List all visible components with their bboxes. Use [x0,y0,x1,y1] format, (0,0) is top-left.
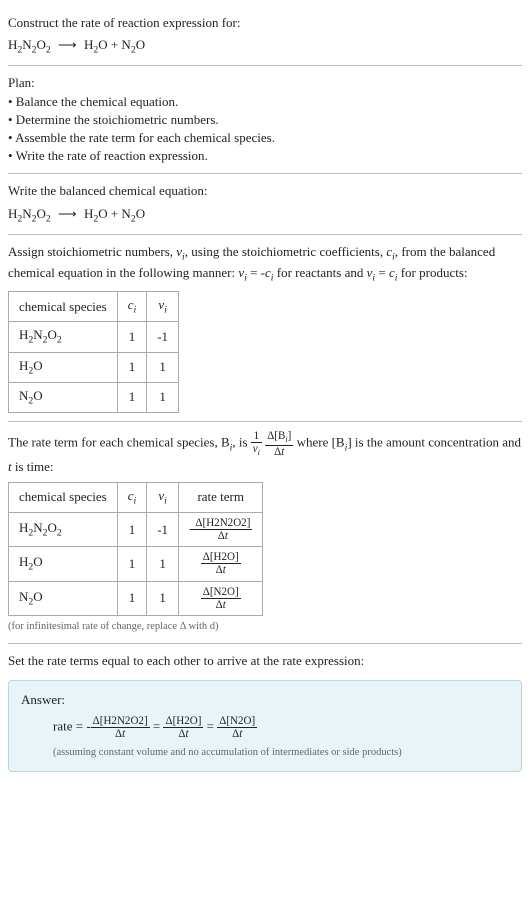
assign-text: Assign stoichiometric numbers, νi, using… [8,243,522,285]
table-header-row: chemical species ci νi rate term [9,482,263,512]
balanced-reaction: H2N2O2 ⟶ H2O + N2O [8,205,522,226]
cell-rateterm: -Δ[H2N2O2]Δt [179,513,263,547]
stoich-table: chemical species ci νi H2N2O2 1 -1 H2O 1… [8,291,179,413]
cell-species: N2O [9,581,118,615]
cell-species: N2O [9,382,118,412]
fraction: Δ[N2O]Δt [201,586,241,611]
plan-item: • Assemble the rate term for each chemic… [8,129,522,147]
final-heading: Set the rate terms equal to each other t… [8,652,522,670]
table-row: N2O 1 1 [9,382,179,412]
fraction: Δ[H2O]Δt [201,551,241,576]
cell-species: H2O [9,352,118,382]
col-species: chemical species [9,292,118,322]
final-section: Set the rate terms equal to each other t… [8,644,522,772]
col-ci: ci [117,482,147,512]
cell-ci: 1 [117,352,147,382]
answer-expression: rate = -Δ[H2N2O2]Δt = Δ[H2O]Δt = Δ[N2O]Δ… [21,715,509,740]
fraction: Δ[H2O]Δt [163,715,203,740]
plan-item: • Balance the chemical equation. [8,93,522,111]
plan-heading: Plan: [8,74,522,92]
cell-nui: 1 [147,581,179,615]
answer-box: Answer: rate = -Δ[H2N2O2]Δt = Δ[H2O]Δt =… [8,680,522,772]
cell-ci: 1 [117,382,147,412]
table-row: H2O 1 1 [9,352,179,382]
cell-species: H2N2O2 [9,513,118,547]
cell-rateterm: Δ[H2O]Δt [179,547,263,581]
fraction: Δ[Bi]Δt [265,430,293,457]
cell-nui: 1 [147,547,179,581]
cell-nui: -1 [147,513,179,547]
table-row: H2O 1 1 Δ[H2O]Δt [9,547,263,581]
balance-heading: Write the balanced chemical equation: [8,182,522,200]
assign-section: Assign stoichiometric numbers, νi, using… [8,235,522,422]
rateterm-table: chemical species ci νi rate term H2N2O2 … [8,482,263,616]
fraction: Δ[N2O]Δt [217,715,257,740]
answer-label: Answer: [21,691,509,709]
col-ci: ci [117,292,147,322]
rateterm-section: The rate term for each chemical species,… [8,422,522,643]
col-nui: νi [147,292,179,322]
plan-item: • Determine the stoichiometric numbers. [8,111,522,129]
cell-species: H2O [9,547,118,581]
cell-rateterm: Δ[N2O]Δt [179,581,263,615]
fraction: Δ[H2N2O2]Δt [193,517,252,542]
prompt-section: Construct the rate of reaction expressio… [8,6,522,66]
cell-nui: 1 [147,352,179,382]
prompt-text: Construct the rate of reaction expressio… [8,14,522,32]
table-row: H2N2O2 1 -1 [9,322,179,352]
cell-nui: -1 [147,322,179,352]
prompt-reaction: H2N2O2 ⟶ H2O + N2O [8,36,522,57]
cell-nui: 1 [147,382,179,412]
rateterm-note: (for infinitesimal rate of change, repla… [8,620,522,635]
plan-item: • Write the rate of reaction expression. [8,147,522,165]
answer-note: (assuming constant volume and no accumul… [21,746,509,761]
cell-ci: 1 [117,547,147,581]
arrow-icon: ⟶ [58,205,77,223]
cell-species: H2N2O2 [9,322,118,352]
col-rateterm: rate term [179,482,263,512]
col-species: chemical species [9,482,118,512]
plan-section: Plan: • Balance the chemical equation. •… [8,66,522,174]
table-row: H2N2O2 1 -1 -Δ[H2N2O2]Δt [9,513,263,547]
fraction: Δ[H2N2O2]Δt [91,715,150,740]
arrow-icon: ⟶ [58,36,77,54]
cell-ci: 1 [117,513,147,547]
balance-section: Write the balanced chemical equation: H2… [8,174,522,234]
cell-ci: 1 [117,581,147,615]
fraction: 1νi [251,430,262,457]
table-row: N2O 1 1 Δ[N2O]Δt [9,581,263,615]
cell-ci: 1 [117,322,147,352]
table-header-row: chemical species ci νi [9,292,179,322]
col-nui: νi [147,482,179,512]
rateterm-text: The rate term for each chemical species,… [8,430,522,476]
